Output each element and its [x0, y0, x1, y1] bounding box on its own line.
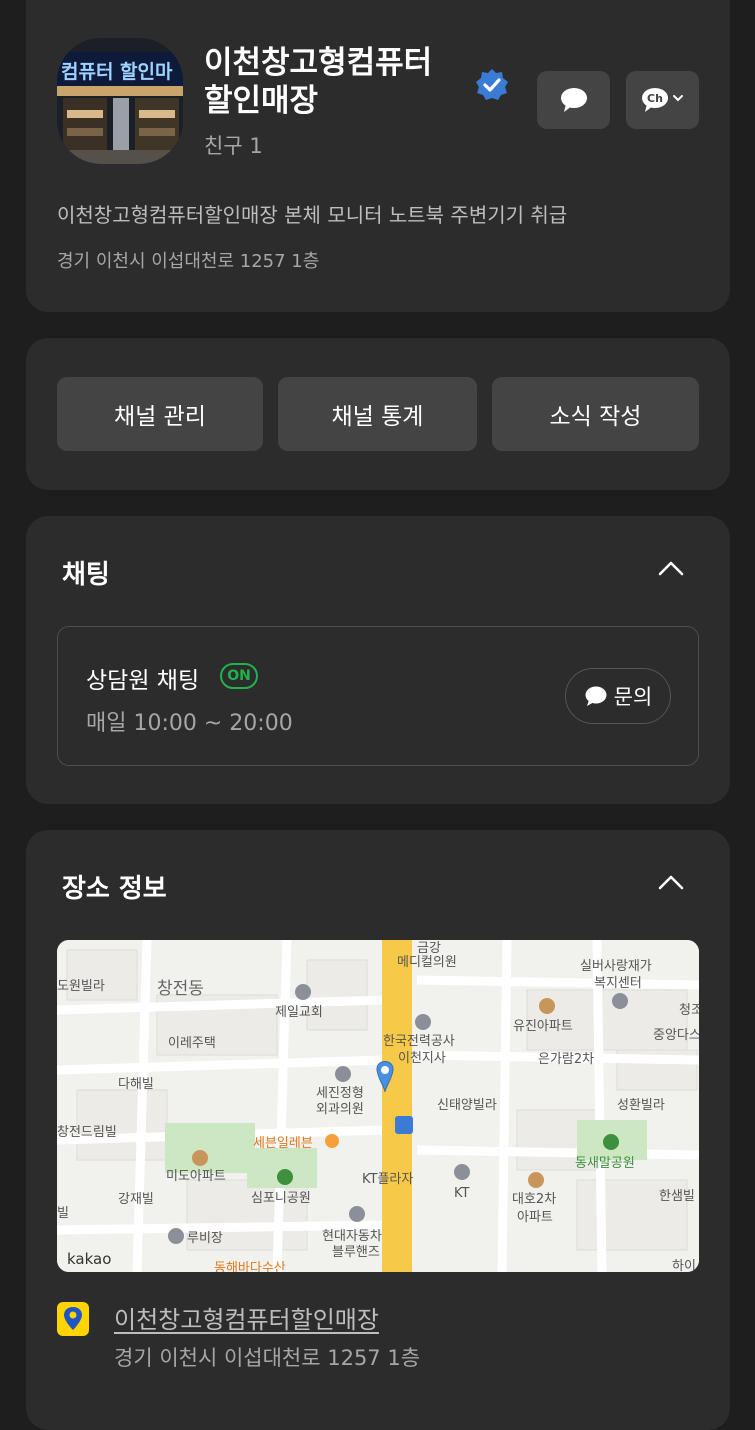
inquiry-label: 문의: [613, 685, 653, 709]
svg-text:세븐일레븐: 세븐일레븐: [253, 1136, 313, 1151]
svg-text:KT플라자: KT플라자: [362, 1172, 413, 1187]
manage-channel-button[interactable]: 채널 관리: [57, 377, 263, 451]
svg-text:중앙다스: 중앙다스: [653, 1028, 699, 1043]
svg-text:빌: 빌: [57, 1206, 69, 1221]
svg-text:강재빌: 강재빌: [118, 1192, 154, 1207]
svg-text:미도아파트: 미도아파트: [166, 1169, 226, 1184]
place-name-link[interactable]: 이천창고형컴퓨터할인매장: [114, 1300, 379, 1335]
svg-text:은가람2차: 은가람2차: [538, 1052, 594, 1067]
place-section-card: 장소 정보 금강 메디컬의원 실버사랑재가 복지센터 도원빌라 창전동 제일교회…: [26, 830, 730, 1430]
actions-card: 채널 관리 채널 통계 소식 작성: [26, 338, 730, 490]
profile-avatar[interactable]: 컴퓨터 할인마: [57, 38, 183, 164]
channel-stats-button[interactable]: 채널 통계: [278, 377, 477, 451]
svg-text:실버사랑재가: 실버사랑재가: [580, 959, 652, 974]
channel-chat-icon: Ch: [641, 88, 683, 112]
channel-icon-text: Ch: [647, 92, 663, 105]
svg-text:금강: 금강: [417, 941, 441, 956]
profile-card: 컴퓨터 할인마 이천창고형컴퓨터 할인매장 친구 1 Ch 이천창고형컴퓨터할인…: [26, 0, 730, 312]
svg-text:현대자동차: 현대자동차: [322, 1229, 382, 1244]
channel-menu-button[interactable]: Ch: [626, 71, 699, 129]
svg-text:kakao: kakao: [67, 1250, 111, 1268]
svg-text:이레주택: 이레주택: [168, 1036, 216, 1051]
svg-text:세진정형: 세진정형: [316, 1086, 364, 1101]
svg-text:아파트: 아파트: [517, 1210, 553, 1225]
friends-count: 친구 1: [204, 134, 263, 158]
map-pin-icon: [57, 1302, 89, 1336]
svg-text:루비장: 루비장: [187, 1231, 223, 1246]
svg-text:외과의원: 외과의원: [316, 1102, 364, 1117]
storefront-image: 컴퓨터 할인마: [57, 38, 183, 164]
svg-text:대호2차: 대호2차: [512, 1192, 556, 1207]
channel-description: 이천창고형컴퓨터할인매장 본체 모니터 노트북 주변기기 취급: [57, 203, 568, 227]
svg-text:성환빌라: 성환빌라: [617, 1098, 665, 1113]
chat-button[interactable]: [537, 71, 610, 129]
chevron-down-icon: [672, 95, 683, 102]
counselor-chat-label: 상담원 채팅: [86, 668, 200, 694]
channel-address: 경기 이천시 이섭대천로 1257 1층: [57, 251, 320, 272]
chat-section-card: 채팅 상담원 채팅 ON 매일 10:00 ~ 20:00 문의: [26, 516, 730, 804]
channel-title-line-1: 이천창고형컴퓨터: [204, 45, 433, 81]
svg-text:이천지사: 이천지사: [398, 1051, 446, 1066]
svg-text:유진아파트: 유진아파트: [513, 1019, 573, 1034]
chevron-up-icon[interactable]: [656, 558, 686, 578]
speech-bubble-icon: [585, 686, 607, 706]
svg-text:창전동: 창전동: [157, 979, 204, 999]
svg-text:다해빌: 다해빌: [118, 1077, 154, 1092]
speech-bubble-icon: [560, 88, 587, 112]
channel-title-line-2: 할인매장: [204, 83, 319, 119]
svg-text:복지센터: 복지센터: [594, 976, 642, 991]
map-canvas: 금강 메디컬의원 실버사랑재가 복지센터 도원빌라 창전동 제일교회 청조 유진…: [57, 940, 699, 1272]
svg-text:제일교회: 제일교회: [275, 1005, 323, 1020]
svg-text:심포니공원: 심포니공원: [251, 1191, 311, 1206]
chat-section-title: 채팅: [62, 560, 110, 590]
svg-text:한샘빌: 한샘빌: [659, 1189, 695, 1204]
chevron-up-icon[interactable]: [656, 872, 686, 892]
svg-text:창전드림빌: 창전드림빌: [57, 1125, 117, 1140]
svg-text:KT: KT: [454, 1186, 470, 1201]
avatar-sign-text: 컴퓨터 할인마: [61, 60, 173, 83]
chat-hours: 매일 10:00 ~ 20:00: [86, 711, 293, 736]
svg-text:블루핸즈: 블루핸즈: [332, 1244, 380, 1260]
svg-text:신태양빌라: 신태양빌라: [437, 1098, 497, 1113]
svg-text:도원빌라: 도원빌라: [57, 979, 105, 994]
svg-text:하이: 하이: [672, 1259, 696, 1272]
inquiry-button[interactable]: 문의: [565, 668, 671, 724]
svg-text:동해바다수산: 동해바다수산: [214, 1261, 286, 1272]
svg-text:메디컬의원: 메디컬의원: [397, 955, 457, 970]
write-news-button[interactable]: 소식 작성: [492, 377, 699, 451]
place-section-title: 장소 정보: [62, 874, 167, 904]
status-badge: ON: [220, 663, 258, 689]
svg-text:동새말공원: 동새말공원: [575, 1156, 635, 1171]
counselor-chat-item[interactable]: 상담원 채팅 ON 매일 10:00 ~ 20:00 문의: [57, 626, 699, 766]
svg-text:청조: 청조: [679, 1003, 699, 1018]
svg-text:한국전력공사: 한국전력공사: [383, 1034, 455, 1049]
verified-badge-icon: [476, 69, 508, 100]
location-map[interactable]: 금강 메디컬의원 실버사랑재가 복지센터 도원빌라 창전동 제일교회 청조 유진…: [57, 940, 699, 1272]
channel-title: 이천창고형컴퓨터 할인매장: [204, 44, 464, 120]
place-address: 경기 이천시 이섭대천로 1257 1층: [114, 1346, 421, 1370]
